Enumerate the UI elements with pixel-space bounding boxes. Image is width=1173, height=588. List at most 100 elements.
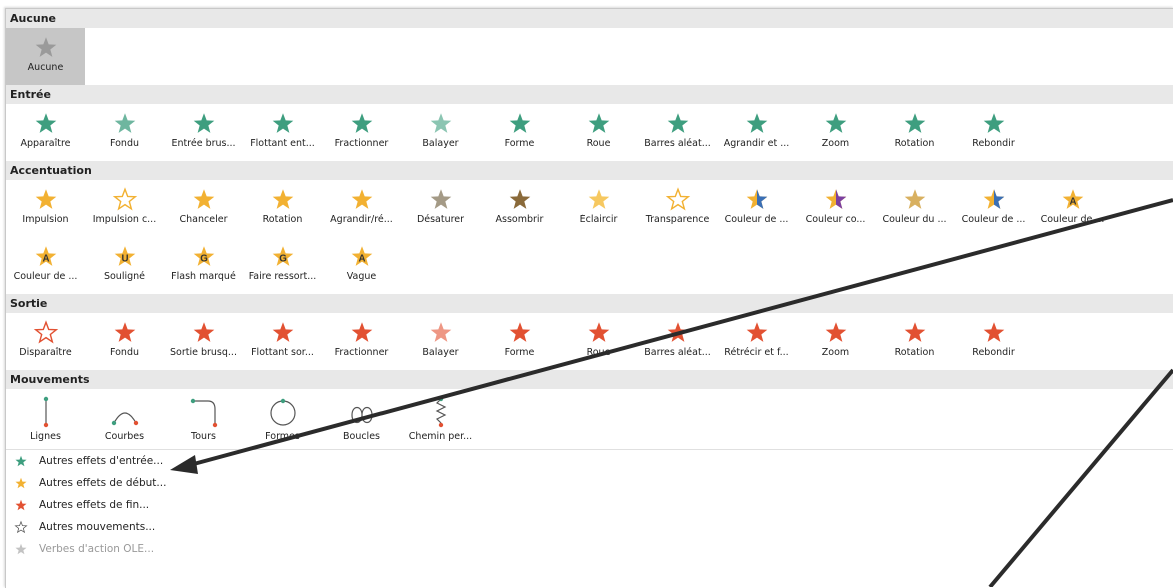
effect-shapes-path[interactable]: Formes [243,389,322,446]
effect-spin[interactable]: Rotation [243,180,322,237]
effect-shrink-turn[interactable]: Rétrécir et f... [717,313,796,370]
effect-zoom-out[interactable]: Zoom [796,313,875,370]
effect-object-color[interactable]: Couleur de ... [717,180,796,237]
effect-float-in[interactable]: Flottant ent... [243,104,322,161]
effect-teeter[interactable]: Chanceler [164,180,243,237]
menu-item-label: Autres mouvements... [39,521,156,533]
effect-transparency[interactable]: Transparence [638,180,717,237]
effect-bounce-out[interactable]: Rebondir [954,313,1033,370]
effect-label: Fondu [109,347,139,358]
effect-random-bars[interactable]: Barres aléat... [638,104,717,161]
effect-split-out[interactable]: Fractionner [322,313,401,370]
fill-color-icon [954,186,1033,212]
effect-label: Impulsion c... [92,214,157,225]
effect-grow-shrink[interactable]: Agrandir/ré... [322,180,401,237]
wheel-out-icon [559,319,638,345]
effect-turns-path[interactable]: Tours [164,389,243,446]
swivel-icon [875,110,954,136]
section-header-none: Aucune [6,9,1173,28]
brush-color-icon: A [6,243,85,269]
effect-wipe[interactable]: Balayer [401,104,480,161]
effect-darken[interactable]: Assombrir [480,180,559,237]
effect-label: Désaturer [416,214,465,225]
effect-label: Aucune [27,62,64,73]
menu-item-more-exit[interactable]: Autres effets de fin... [6,494,1173,516]
gallery-row-emphasis-1: Impulsion Impulsion c... Chanceler Rotation… [6,180,1173,237]
effect-bold-reveal[interactable]: G Faire ressort... [243,237,322,294]
effect-label: Fractionner [334,347,389,358]
shapes-path-icon [243,395,322,429]
svg-text:A: A [358,253,365,264]
menu-item-more-emphasis[interactable]: Autres effets de début... [6,472,1173,494]
effect-pulse[interactable]: Impulsion [6,180,85,237]
effect-shape-out[interactable]: Forme [480,313,559,370]
wheel-icon [559,110,638,136]
effect-custom-path[interactable]: Chemin per... [401,389,480,446]
effect-label: Tours [191,431,216,442]
effect-disappear[interactable]: Disparaître [6,313,85,370]
effect-shape[interactable]: Forme [480,104,559,161]
effect-loops-path[interactable]: Boucles [322,389,401,446]
bold-reveal-icon: G [243,243,322,269]
turns-path-icon [164,395,243,429]
effect-label: Rotation [894,138,935,149]
effect-font-color[interactable]: A Couleur de ... [1033,180,1112,237]
effect-fly-out[interactable]: Sortie brusq... [164,313,243,370]
effect-swivel[interactable]: Rotation [875,104,954,161]
effect-color-pulse[interactable]: Impulsion c... [85,180,164,237]
effect-fade[interactable]: Fondu [85,104,164,161]
effect-arcs-path[interactable]: Courbes [85,389,164,446]
effect-lighten[interactable]: Éclaircir [559,180,638,237]
effect-star-none[interactable]: Aucune [6,28,85,85]
fly-in-icon [164,110,243,136]
effect-swivel-out[interactable]: Rotation [875,313,954,370]
menu-item-label: Verbes d'action OLE... [39,543,155,555]
effect-split[interactable]: Fractionner [322,104,401,161]
object-color-icon [717,186,796,212]
split-out-icon [322,319,401,345]
effect-random-bars-out[interactable]: Barres aléat... [638,313,717,370]
svg-text:G: G [279,253,287,264]
menu-item-more-motion[interactable]: Autres mouvements... [6,516,1173,538]
custom-path-icon [401,395,480,429]
effect-lines-path[interactable]: Lignes [6,389,85,446]
effect-appear[interactable]: Apparaître [6,104,85,161]
effect-complementary-color[interactable]: Couleur co... [796,180,875,237]
effect-grow-turn[interactable]: Agrandir et ... [717,104,796,161]
more-exit-icon [14,498,39,512]
menu-item-more-entrance[interactable]: Autres effets d'entrée... [6,450,1173,472]
effect-label: Chanceler [179,214,228,225]
effect-fly-in[interactable]: Entrée brus... [164,104,243,161]
color-pulse-icon [85,186,164,212]
effect-label: Balayer [422,138,459,149]
effect-label: Forme [504,138,535,149]
menu-item-ole-verbs: Verbes d'action OLE... [6,538,1173,560]
effect-label: Souligné [103,271,146,282]
effect-float-out[interactable]: Flottant sor... [243,313,322,370]
effect-wipe-out[interactable]: Balayer [401,313,480,370]
effect-label: Rétrécir et f... [724,347,789,358]
effect-wheel-out[interactable]: Roue [559,313,638,370]
effect-fade-out[interactable]: Fondu [85,313,164,370]
split-icon [322,110,401,136]
more-entrance-icon [14,454,39,468]
effect-line-color[interactable]: Couleur du ... [875,180,954,237]
effect-label: Agrandir/ré... [330,214,393,225]
effect-wheel[interactable]: Roue [559,104,638,161]
effect-underline[interactable]: U Souligné [85,237,164,294]
effect-bounce[interactable]: Rebondir [954,104,1033,161]
effect-wave[interactable]: A Vague [322,237,401,294]
bold-flash-icon: G [164,243,243,269]
effect-zoom[interactable]: Zoom [796,104,875,161]
arcs-path-icon [85,395,164,429]
effect-brush-color[interactable]: A Couleur de ... [6,237,85,294]
effect-bold-flash[interactable]: G Flash marqué [164,237,243,294]
gallery-row-entrance: Apparaître Fondu Entrée brus... Flottant en… [6,104,1173,161]
effect-desaturate[interactable]: Désaturer [401,180,480,237]
effect-label: Balayer [422,347,459,358]
effect-label: Sortie brusq... [170,347,237,358]
spin-icon [243,186,322,212]
effect-fill-color[interactable]: Couleur de ... [954,180,1033,237]
line-color-icon [875,186,954,212]
menu-item-label: Autres effets de début... [39,477,167,489]
